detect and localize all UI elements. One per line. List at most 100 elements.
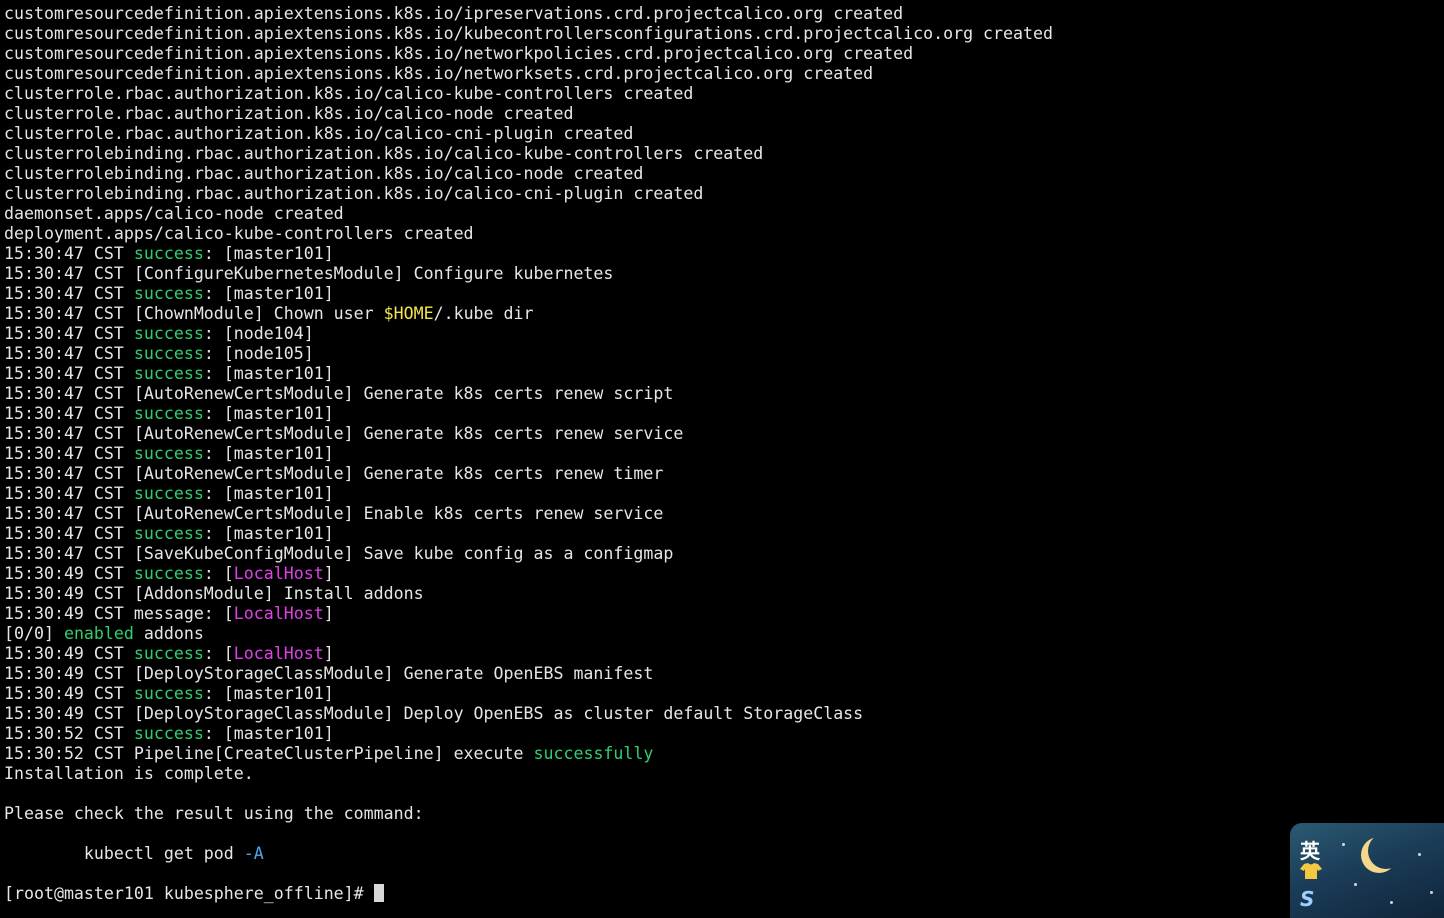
terminal-text: 15:30:47 CST	[4, 444, 134, 463]
terminal-text: addons	[133, 624, 204, 643]
terminal-text: success	[133, 344, 204, 363]
terminal-text: 15:30:47 CST	[4, 364, 134, 383]
terminal-line: 15:30:47 CST [ConfigureKubernetesModule]…	[4, 264, 1053, 284]
terminal-text: clusterrolebinding.rbac.authorization.k8…	[4, 164, 644, 183]
terminal-text: : [master101]	[203, 364, 334, 383]
terminal-text: ]	[323, 604, 334, 623]
terminal-text: : [	[203, 644, 234, 663]
star-decoration	[1342, 843, 1345, 846]
terminal-line: 15:30:47 CST success: [node105]	[4, 344, 1053, 364]
terminal-line: clusterrolebinding.rbac.authorization.k8…	[4, 164, 1053, 184]
terminal-text: 15:30:49 CST	[4, 644, 134, 663]
terminal-text: : [	[203, 564, 234, 583]
terminal-line: daemonset.apps/calico-node created	[4, 204, 1053, 224]
terminal-text: 15:30:49 CST	[4, 564, 134, 583]
terminal-text: 15:30:49 CST	[4, 684, 134, 703]
terminal-text: deployment.apps/calico-kube-controllers …	[4, 224, 474, 243]
terminal-text: clusterrole.rbac.authorization.k8s.io/ca…	[4, 84, 694, 103]
terminal-line: 15:30:47 CST [AutoRenewCertsModule] Enab…	[4, 504, 1053, 524]
terminal-text: : [master101]	[203, 444, 334, 463]
terminal-text: 15:30:47 CST [SaveKubeConfigModule] Save…	[4, 544, 674, 563]
terminal-line: kubectl get pod -A	[4, 844, 1053, 864]
terminal-text: 15:30:47 CST [AutoRenewCertsModule] Gene…	[4, 424, 684, 443]
terminal-line: 15:30:49 CST [DeployStorageClassModule] …	[4, 704, 1053, 724]
terminal-line: 15:30:49 CST [AddonsModule] Install addo…	[4, 584, 1053, 604]
terminal-line: 15:30:47 CST success: [master101]	[4, 404, 1053, 424]
terminal-text: LocalHost	[233, 604, 324, 623]
terminal-text: 15:30:47 CST	[4, 524, 134, 543]
shell-prompt: [root@master101 kubesphere_offline]#	[4, 884, 374, 903]
terminal-text: daemonset.apps/calico-node created	[4, 204, 344, 223]
terminal-text: customresourcedefinition.apiextensions.k…	[4, 64, 874, 83]
terminal-text: 15:30:47 CST [AutoRenewCertsModule] Gene…	[4, 384, 674, 403]
terminal-text: 15:30:47 CST	[4, 284, 134, 303]
terminal-line: deployment.apps/calico-kube-controllers …	[4, 224, 1053, 244]
terminal-text: : [master101]	[203, 684, 334, 703]
terminal-text: 15:30:47 CST	[4, 404, 134, 423]
terminal-text: 15:30:47 CST [AutoRenewCertsModule] Gene…	[4, 464, 664, 483]
terminal-line: 15:30:47 CST success: [master101]	[4, 524, 1053, 544]
terminal-line: 15:30:47 CST success: [node104]	[4, 324, 1053, 344]
terminal-text: success	[133, 724, 204, 743]
terminal-text: : [master101]	[203, 244, 334, 263]
star-decoration	[1430, 891, 1433, 894]
terminal-line: clusterrole.rbac.authorization.k8s.io/ca…	[4, 84, 1053, 104]
skin-shirt-icon[interactable]	[1300, 863, 1322, 879]
terminal-text: ]	[323, 644, 334, 663]
terminal-text: success	[133, 684, 204, 703]
terminal-text: -A	[243, 844, 264, 863]
terminal-line: 15:30:47 CST success: [master101]	[4, 364, 1053, 384]
terminal-line: 15:30:49 CST [DeployStorageClassModule] …	[4, 664, 1053, 684]
terminal-text: 15:30:47 CST	[4, 484, 134, 503]
terminal-line: clusterrole.rbac.authorization.k8s.io/ca…	[4, 124, 1053, 144]
shell-prompt-line[interactable]: [root@master101 kubesphere_offline]#	[4, 884, 1053, 904]
terminal-line: customresourcedefinition.apiextensions.k…	[4, 64, 1053, 84]
terminal-line: [0/0] enabled addons	[4, 624, 1053, 644]
ime-status-widget[interactable]: 英 S	[1290, 823, 1444, 918]
terminal-line: customresourcedefinition.apiextensions.k…	[4, 4, 1053, 24]
terminal-line: clusterrole.rbac.authorization.k8s.io/ca…	[4, 104, 1053, 124]
terminal-line: 15:30:47 CST [AutoRenewCertsModule] Gene…	[4, 424, 1053, 444]
sogou-logo-icon[interactable]: S	[1300, 887, 1314, 911]
ime-language-mode[interactable]: 英	[1300, 835, 1320, 864]
terminal-text: 15:30:47 CST [ChownModule] Chown user	[4, 304, 384, 323]
terminal-text: 15:30:52 CST Pipeline[CreateClusterPipel…	[4, 744, 534, 763]
terminal-line: 15:30:47 CST success: [master101]	[4, 444, 1053, 464]
terminal-text: 15:30:47 CST	[4, 244, 134, 263]
terminal-line: 15:30:52 CST success: [master101]	[4, 724, 1053, 744]
terminal-text: kubectl get pod	[4, 844, 244, 863]
terminal-line: 15:30:47 CST [ChownModule] Chown user $H…	[4, 304, 1053, 324]
terminal-text: [0/0]	[4, 624, 64, 643]
terminal-text: : [master101]	[203, 524, 334, 543]
terminal-text: LocalHost	[233, 644, 324, 663]
terminal-line: 15:30:47 CST [AutoRenewCertsModule] Gene…	[4, 464, 1053, 484]
terminal-text: success	[133, 364, 204, 383]
terminal-text: : [node104]	[203, 324, 314, 343]
terminal-text: Installation is complete.	[4, 764, 254, 783]
terminal-line: clusterrolebinding.rbac.authorization.k8…	[4, 184, 1053, 204]
text-cursor	[373, 884, 384, 902]
terminal-text: customresourcedefinition.apiextensions.k…	[4, 24, 1053, 43]
star-decoration	[1390, 901, 1393, 904]
star-decoration	[1354, 883, 1357, 886]
terminal-line: 15:30:47 CST [AutoRenewCertsModule] Gene…	[4, 384, 1053, 404]
terminal-text: 15:30:47 CST [AutoRenewCertsModule] Enab…	[4, 504, 664, 523]
terminal-text: clusterrole.rbac.authorization.k8s.io/ca…	[4, 104, 574, 123]
terminal-window[interactable]: customresourcedefinition.apiextensions.k…	[0, 0, 1444, 912]
terminal-text: 15:30:47 CST	[4, 344, 134, 363]
terminal-text: clusterrolebinding.rbac.authorization.k8…	[4, 144, 764, 163]
terminal-line: 15:30:47 CST success: [master101]	[4, 244, 1053, 264]
terminal-output: customresourcedefinition.apiextensions.k…	[4, 4, 1053, 904]
terminal-text: 15:30:49 CST [DeployStorageClassModule] …	[4, 664, 654, 683]
terminal-text: success	[133, 324, 204, 343]
terminal-line: 15:30:47 CST success: [master101]	[4, 284, 1053, 304]
terminal-text: 15:30:49 CST message: [	[4, 604, 234, 623]
terminal-text: enabled	[63, 624, 134, 643]
terminal-text: clusterrole.rbac.authorization.k8s.io/ca…	[4, 124, 634, 143]
terminal-line: Please check the result using the comman…	[4, 804, 1053, 824]
terminal-line: Installation is complete.	[4, 764, 1053, 784]
terminal-text: 15:30:52 CST	[4, 724, 134, 743]
